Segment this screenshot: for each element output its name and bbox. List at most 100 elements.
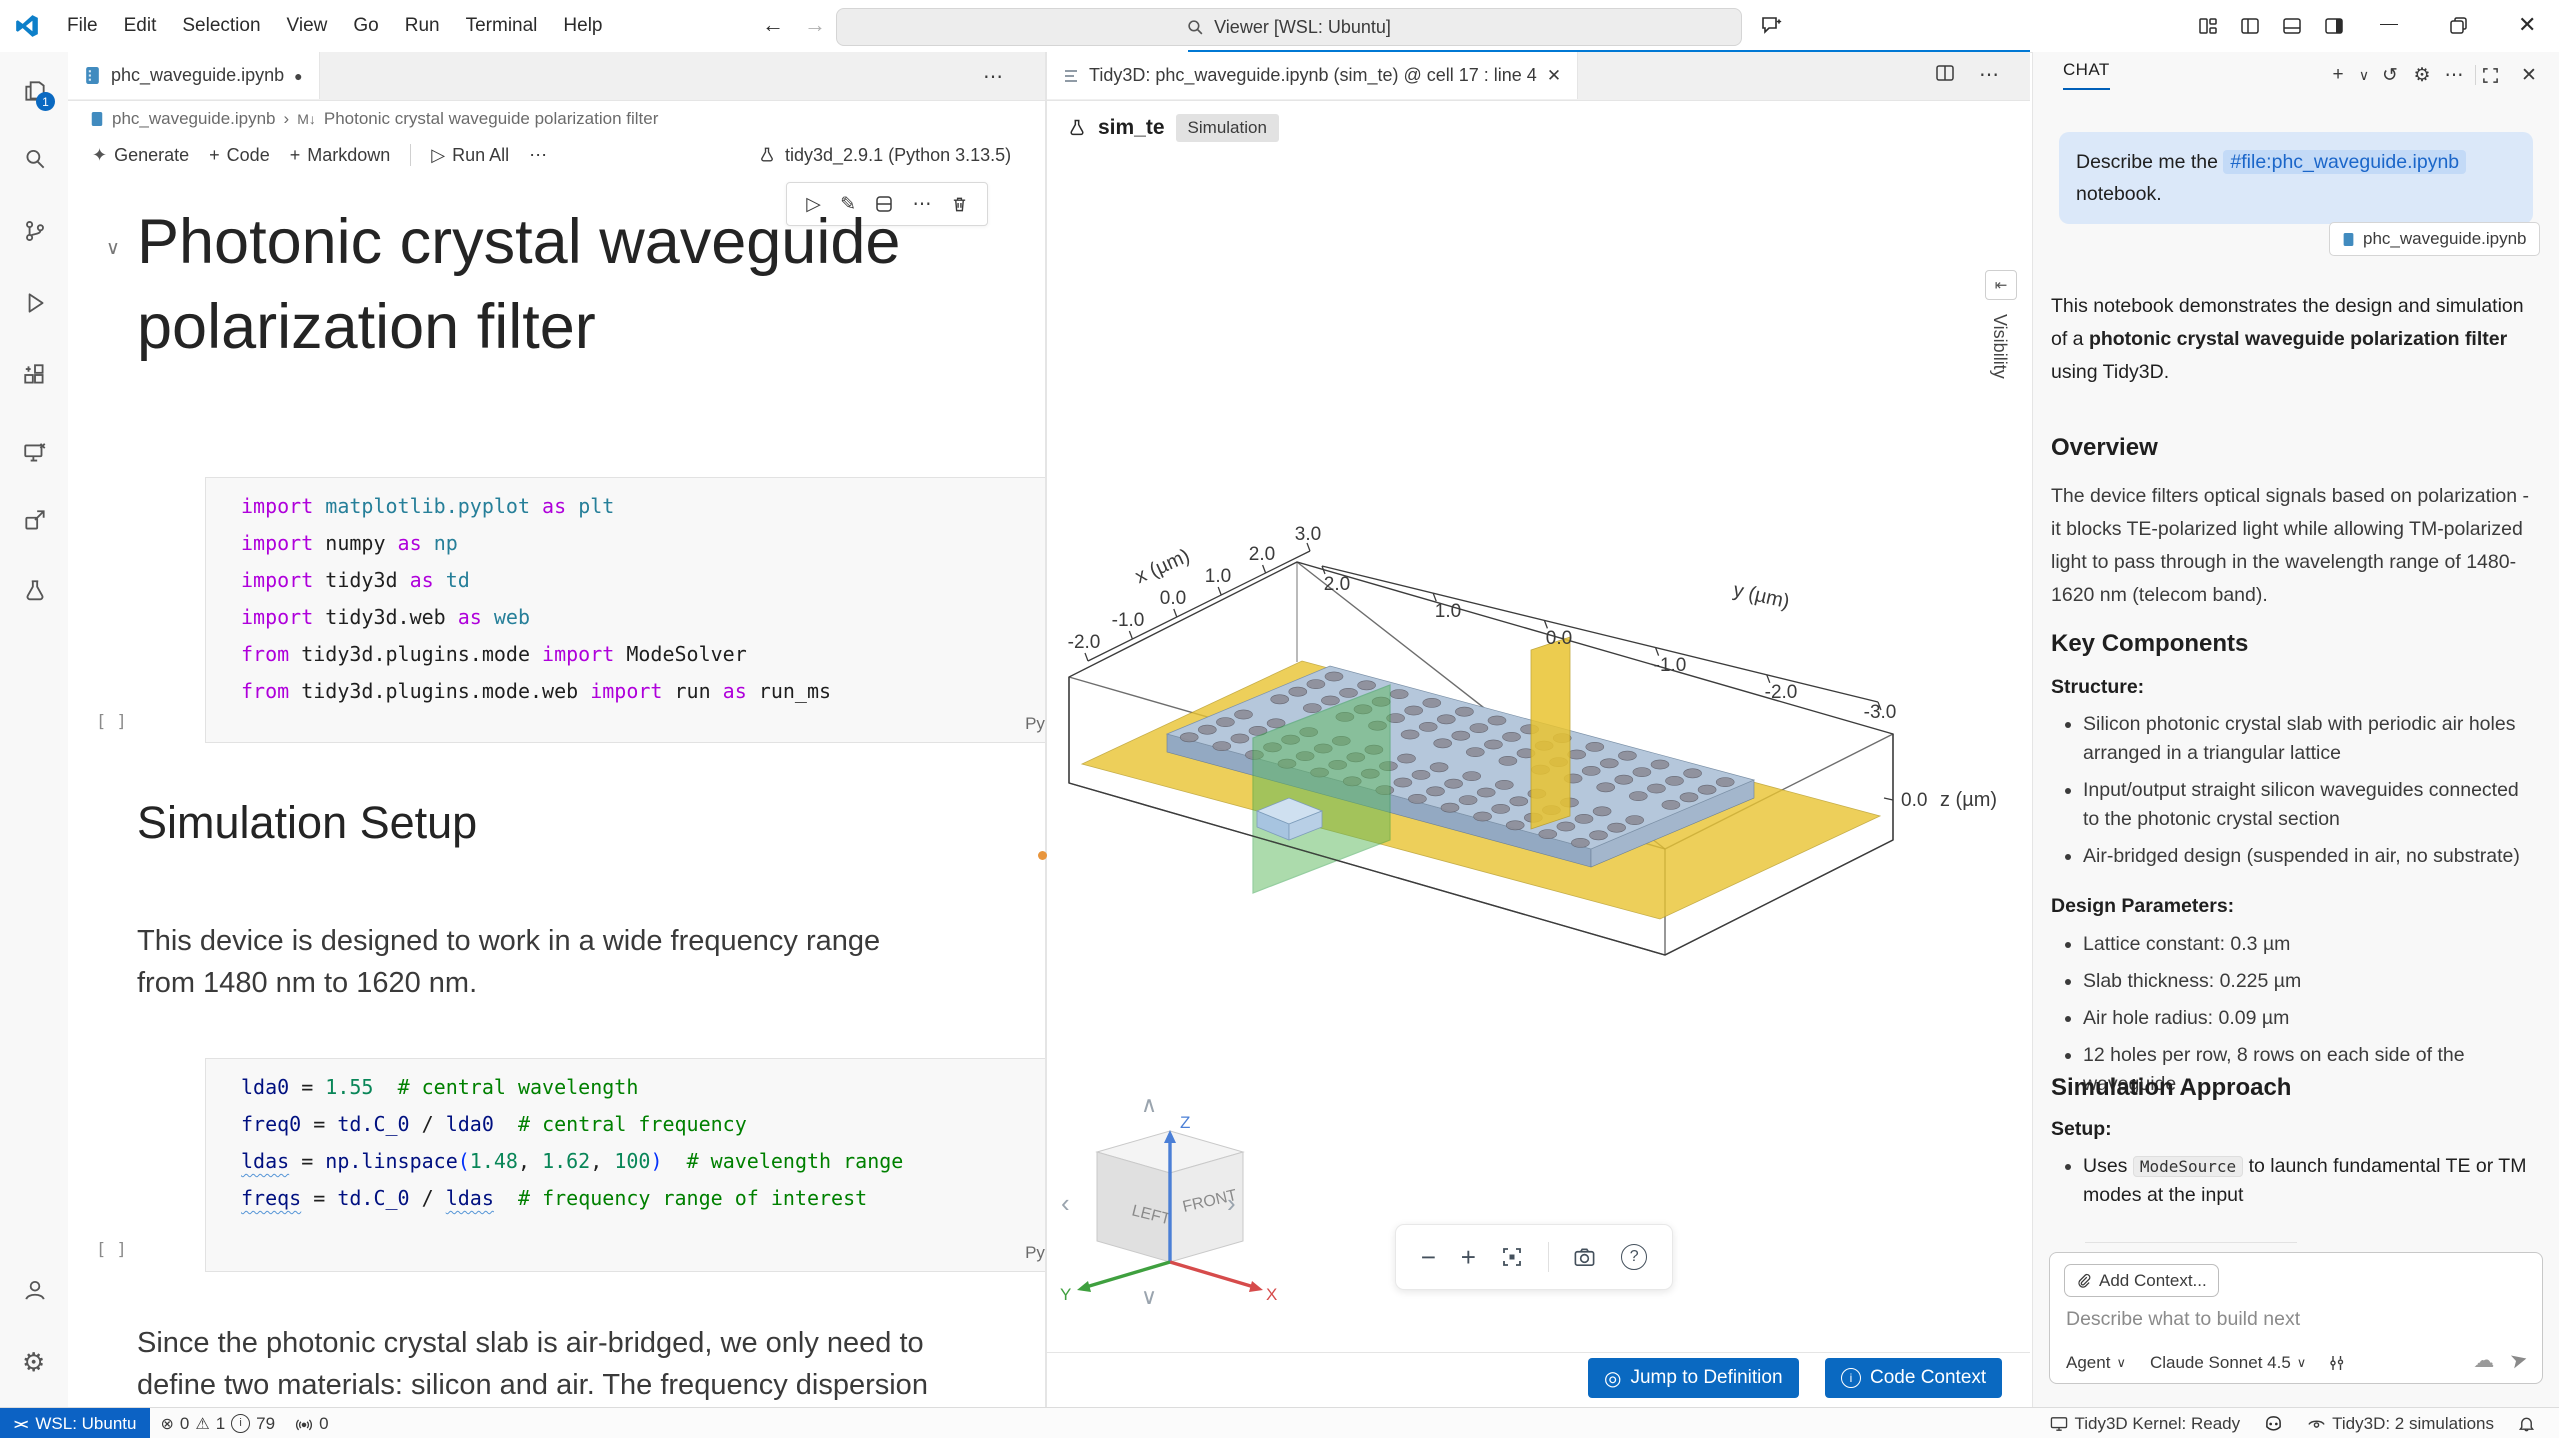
editor-actions-more-icon[interactable]: ⋯	[983, 64, 1003, 89]
zoom-out-icon[interactable]: −	[1421, 1242, 1436, 1273]
z-tick: 0.0	[1901, 790, 1927, 811]
menu-edit[interactable]: Edit	[111, 9, 170, 43]
zoom-in-icon[interactable]: +	[1461, 1242, 1476, 1273]
toolbar-more-icon[interactable]: ⋯	[519, 141, 557, 170]
code-cell-imports[interactable]: import matplotlib.pyplot as pltimport nu…	[205, 477, 1095, 743]
menu-view[interactable]: View	[274, 9, 341, 43]
copilot-status-icon[interactable]	[2254, 1408, 2293, 1438]
send-message-icon[interactable]: ➤	[2508, 1346, 2531, 1375]
tidy3d-simulations-status[interactable]: Tidy3D: 2 simulations	[2297, 1408, 2504, 1438]
toolbar-divider	[410, 144, 411, 166]
breadcrumb[interactable]: phc_waveguide.ipynb › M↓ Photonic crysta…	[90, 104, 658, 134]
split-editor-icon[interactable]	[1935, 63, 1955, 83]
live-share-icon[interactable]	[22, 508, 48, 534]
info-icon: i	[1841, 1368, 1861, 1388]
remote-explorer-icon[interactable]	[22, 440, 48, 466]
copilot-chat-icon[interactable]	[1760, 13, 1784, 37]
list-item: Uses ModeSource to launch fundamental TE…	[2083, 1152, 2559, 1210]
list-item: Air hole radius: 0.09 µm	[2083, 1004, 2553, 1033]
code-cell-params[interactable]: lda0 = 1.55 # central wavelengthfreq0 = …	[205, 1058, 1095, 1272]
tab-dirty-indicator[interactable]: ●	[294, 68, 302, 84]
cloud-send-icon[interactable]: ☁	[2473, 1348, 2494, 1373]
menu-run[interactable]: Run	[392, 9, 453, 43]
nav-back-icon[interactable]: ←	[762, 12, 784, 38]
code-cell-content[interactable]: lda0 = 1.55 # central wavelengthfreq0 = …	[206, 1059, 1094, 1217]
rotate-left-chevron[interactable]: ‹	[1061, 1188, 1070, 1219]
customize-layout-icon[interactable]	[2198, 16, 2218, 36]
tools-icon[interactable]	[2328, 1354, 2346, 1372]
mode-selector[interactable]: Agent	[2066, 1353, 2110, 1373]
add-context-button[interactable]: Add Context...	[2064, 1264, 2219, 1297]
list-item: Slab thickness: 0.225 µm	[2083, 967, 2553, 996]
toggle-panel-icon[interactable]	[2282, 16, 2302, 36]
tab-phc-waveguide[interactable]: phc_waveguide.ipynb ●	[68, 52, 320, 99]
problems-indicator[interactable]: ⊗0 ⚠1 i79	[150, 1408, 285, 1438]
chat-settings-icon[interactable]: ⚙	[2407, 64, 2437, 87]
menu-go[interactable]: Go	[340, 9, 391, 43]
accounts-icon[interactable]	[22, 1277, 48, 1303]
notebook-tab-bar: phc_waveguide.ipynb ● ⋯	[68, 52, 1045, 101]
model-selector[interactable]: Claude Sonnet 4.5	[2150, 1353, 2291, 1373]
nav-forward-icon[interactable]: →	[804, 12, 826, 38]
menu-help[interactable]: Help	[550, 9, 615, 43]
source-control-icon[interactable]	[22, 218, 48, 244]
kernel-status[interactable]: Tidy3D Kernel: Ready	[2040, 1408, 2250, 1438]
restore-button[interactable]	[2449, 16, 2468, 35]
help-icon[interactable]: ?	[1621, 1244, 1647, 1270]
minimize-button[interactable]	[2380, 24, 2398, 25]
run-all-button[interactable]: ▷Run All	[421, 141, 519, 170]
attached-file-chip[interactable]: phc_waveguide.ipynb	[2329, 222, 2540, 256]
chat-heading-overview: Overview	[2051, 434, 2158, 462]
y-tick: 2.0	[1324, 574, 1350, 595]
chat-input-box[interactable]: Add Context... Describe what to build ne…	[2049, 1252, 2543, 1384]
testing-flask-icon[interactable]	[22, 578, 48, 604]
chat-history-icon[interactable]: ↺	[2375, 64, 2405, 87]
code-cell-content[interactable]: import matplotlib.pyplot as pltimport nu…	[206, 478, 1094, 710]
menu-selection[interactable]: Selection	[169, 9, 273, 43]
screenshot-camera-icon[interactable]	[1573, 1246, 1596, 1269]
generate-button[interactable]: ✦ Generate	[82, 141, 199, 170]
menu-terminal[interactable]: Terminal	[453, 9, 551, 43]
notifications-bell-icon[interactable]	[2508, 1408, 2545, 1438]
y-tick: -3.0	[1864, 702, 1897, 723]
collapse-heading-chevron[interactable]: ∨	[106, 237, 120, 260]
rotate-down-chevron[interactable]: ∨	[1141, 1284, 1157, 1310]
toggle-primary-sidebar-icon[interactable]	[2240, 16, 2260, 36]
command-center-search[interactable]: Viewer [WSL: Ubuntu]	[836, 8, 1742, 46]
y-tick: -2.0	[1765, 682, 1798, 703]
fit-view-icon[interactable]	[1501, 1246, 1523, 1268]
menu-file[interactable]: File	[54, 9, 111, 43]
chat-title[interactable]: CHAT	[2063, 60, 2110, 90]
breadcrumb-section[interactable]: Photonic crystal waveguide polarization …	[324, 109, 659, 129]
vscode-window: File Edit Selection View Go Run Terminal…	[0, 0, 2559, 1438]
new-chat-dropdown-icon[interactable]: ∨	[2355, 67, 2373, 84]
tab-tidy3d-viewer[interactable]: Tidy3D: phc_waveguide.ipynb (sim_te) @ c…	[1047, 52, 1578, 99]
tidy3d-3d-viewport[interactable]: 3.0 2.0 1.0 0.0 -1.0 -2.0 2.0 1.0 0.0 -1…	[1047, 100, 2030, 1360]
settings-gear-icon[interactable]: ⚙	[22, 1347, 48, 1373]
rotate-right-chevron[interactable]: ›	[1227, 1188, 1236, 1219]
jump-to-definition-button[interactable]: ◎ Jump to Definition	[1588, 1358, 1799, 1398]
ports-indicator[interactable]: 0	[285, 1408, 338, 1438]
breadcrumb-file[interactable]: phc_waveguide.ipynb	[112, 109, 276, 129]
chat-input-placeholder[interactable]: Describe what to build next	[2066, 1308, 2300, 1331]
toggle-secondary-sidebar-icon[interactable]	[2324, 16, 2344, 36]
viewer-more-icon[interactable]: ⋯	[1979, 62, 1999, 87]
explorer-icon[interactable]: 1	[22, 78, 48, 104]
maximize-panel-icon[interactable]	[2482, 67, 2512, 84]
search-sidebar-icon[interactable]	[22, 146, 48, 172]
chat-more-icon[interactable]: ⋯	[2439, 64, 2469, 87]
extensions-icon[interactable]	[22, 362, 48, 388]
add-markdown-button[interactable]: +Markdown	[280, 141, 401, 170]
x-tick: 0.0	[1160, 588, 1186, 609]
run-debug-icon[interactable]	[22, 290, 48, 316]
new-chat-icon[interactable]: +	[2323, 64, 2353, 86]
rotate-up-chevron[interactable]: ∧	[1141, 1092, 1157, 1118]
code-context-button[interactable]: i Code Context	[1825, 1358, 2002, 1398]
kernel-picker[interactable]: tidy3d_2.9.1 (Python 3.13.5)	[758, 134, 1011, 176]
close-panel-icon[interactable]: ✕	[2514, 64, 2544, 87]
close-window-button[interactable]: ✕	[2518, 12, 2536, 38]
add-code-button[interactable]: +Code	[199, 141, 280, 170]
remote-indicator[interactable]: >< WSL: Ubuntu	[0, 1408, 150, 1438]
x-tick: 1.0	[1205, 566, 1231, 587]
close-tab-icon[interactable]: ✕	[1547, 66, 1561, 86]
